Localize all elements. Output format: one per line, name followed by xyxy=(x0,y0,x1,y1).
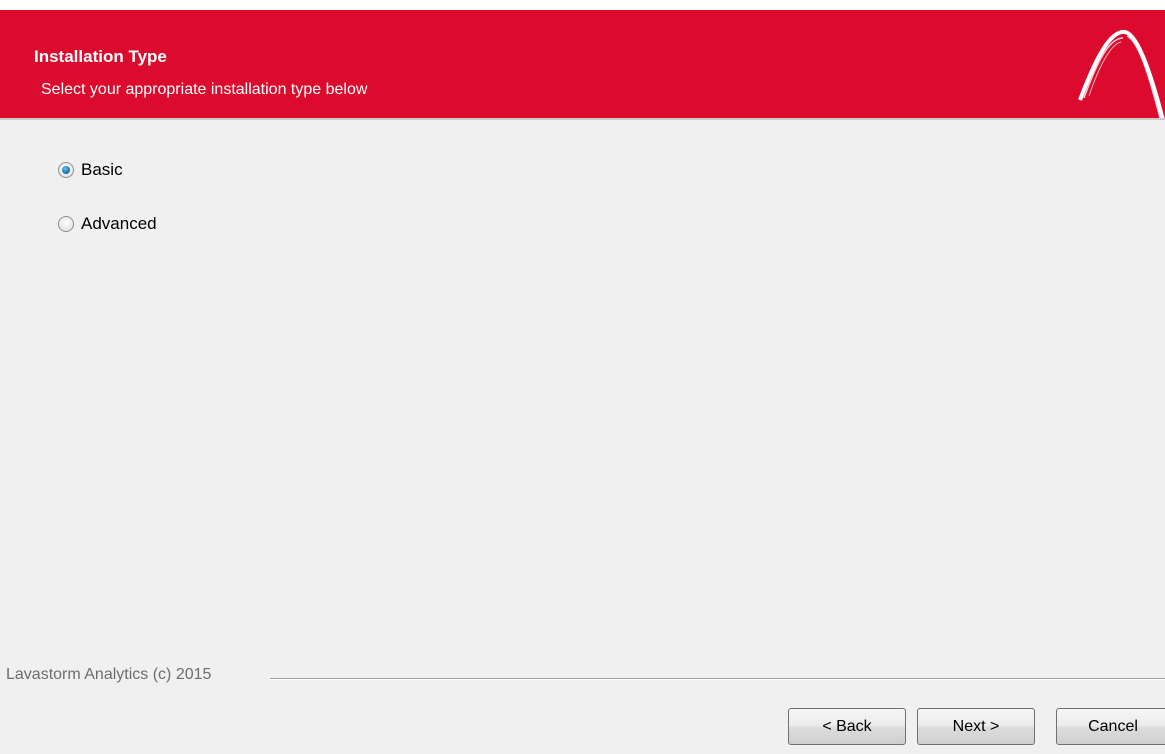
cancel-button[interactable]: Cancel xyxy=(1056,708,1165,745)
page-title: Installation Type xyxy=(34,47,167,66)
installer-window: Installation Type Select your appropriat… xyxy=(0,0,1165,754)
page-subtitle: Select your appropriate installation typ… xyxy=(41,81,368,98)
header-separator xyxy=(0,118,1165,120)
back-button[interactable]: < Back xyxy=(788,708,906,745)
footer-divider-highlight xyxy=(270,679,1165,680)
lavastorm-logo-icon xyxy=(1078,30,1165,121)
option-basic[interactable]: Basic xyxy=(58,158,123,182)
option-basic-label[interactable]: Basic xyxy=(81,160,123,180)
footer-brand: Lavastorm Analytics (c) 2015 xyxy=(6,666,218,684)
top-strip xyxy=(0,0,1165,10)
next-button[interactable]: Next > xyxy=(917,708,1035,745)
option-advanced[interactable]: Advanced xyxy=(58,212,157,236)
radio-advanced[interactable] xyxy=(58,216,74,232)
radio-basic[interactable] xyxy=(58,162,74,178)
option-advanced-label[interactable]: Advanced xyxy=(81,214,157,234)
header-banner: Installation Type Select your appropriat… xyxy=(0,10,1165,121)
